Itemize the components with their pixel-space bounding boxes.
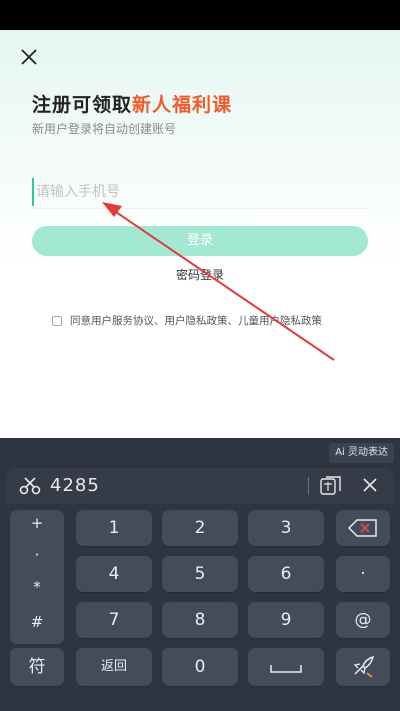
- phone-input[interactable]: [32, 178, 372, 206]
- rocket-icon: [353, 655, 375, 678]
- title-highlight: 新人福利课: [132, 94, 233, 116]
- key-6[interactable]: 6: [248, 556, 324, 592]
- asterisk-key[interactable]: *: [10, 578, 64, 596]
- hash-key[interactable]: #: [10, 613, 64, 631]
- rocket-key[interactable]: [336, 648, 390, 686]
- ai-expression-button[interactable]: Ai 灵动表达: [329, 443, 394, 463]
- dot-symbol-key[interactable]: ·: [336, 556, 390, 592]
- login-page: 注册可领取新人福利课 新用户登录将自动创建账号 登录 密码登录 同意用户服务协议…: [0, 30, 400, 438]
- page-title: 注册可领取新人福利课: [32, 90, 232, 117]
- backspace-icon: [347, 519, 377, 537]
- password-login-label[interactable]: 密码登录: [176, 268, 224, 282]
- key-7[interactable]: 7: [76, 602, 152, 638]
- password-login-link[interactable]: 密码登录: [0, 266, 400, 283]
- agreement-row[interactable]: 同意用户服务协议、用户隐私政策、儿童用户隐私政策: [52, 313, 322, 328]
- key-5[interactable]: 5: [162, 556, 238, 592]
- space-key[interactable]: [248, 648, 324, 686]
- keyboard-close-icon[interactable]: [362, 477, 378, 493]
- symbol-column[interactable]: + · * #: [10, 510, 64, 644]
- close-icon[interactable]: [18, 46, 40, 68]
- key-8[interactable]: 8: [162, 602, 238, 638]
- key-1[interactable]: 1: [76, 510, 152, 546]
- dot-key[interactable]: ·: [10, 546, 64, 564]
- agreement-text[interactable]: 同意用户服务协议、用户隐私政策、儿童用户隐私政策: [70, 313, 322, 328]
- title-prefix: 注册可领取: [32, 94, 133, 116]
- status-bar: [0, 0, 400, 30]
- keyboard-top-strip: Ai 灵动表达: [0, 438, 400, 466]
- back-key[interactable]: 返回: [76, 648, 152, 686]
- login-button[interactable]: 登录: [32, 226, 368, 256]
- key-3[interactable]: 3: [248, 510, 324, 546]
- page-subtitle: 新用户登录将自动创建账号: [32, 122, 177, 136]
- clipboard-bar: 4285: [6, 468, 394, 504]
- numeric-keyboard: Ai 灵动表达 4285 + · * # 1 2 3 4 5 6 · 7 8 9…: [0, 438, 400, 711]
- input-underline: [32, 208, 368, 209]
- plus-key[interactable]: +: [10, 514, 64, 532]
- symbols-key[interactable]: 符: [10, 648, 64, 686]
- bar-divider: [308, 477, 309, 495]
- key-9[interactable]: 9: [248, 602, 324, 638]
- at-key[interactable]: @: [336, 602, 390, 638]
- agreement-checkbox[interactable]: [52, 315, 62, 326]
- clipboard-text[interactable]: 4285: [50, 475, 100, 496]
- split-icon[interactable]: [320, 476, 342, 496]
- key-4[interactable]: 4: [76, 556, 152, 592]
- key-0[interactable]: 0: [162, 648, 238, 686]
- space-icon: [270, 665, 302, 673]
- backspace-key[interactable]: [336, 510, 390, 546]
- key-2[interactable]: 2: [162, 510, 238, 546]
- scissors-icon[interactable]: [18, 477, 42, 495]
